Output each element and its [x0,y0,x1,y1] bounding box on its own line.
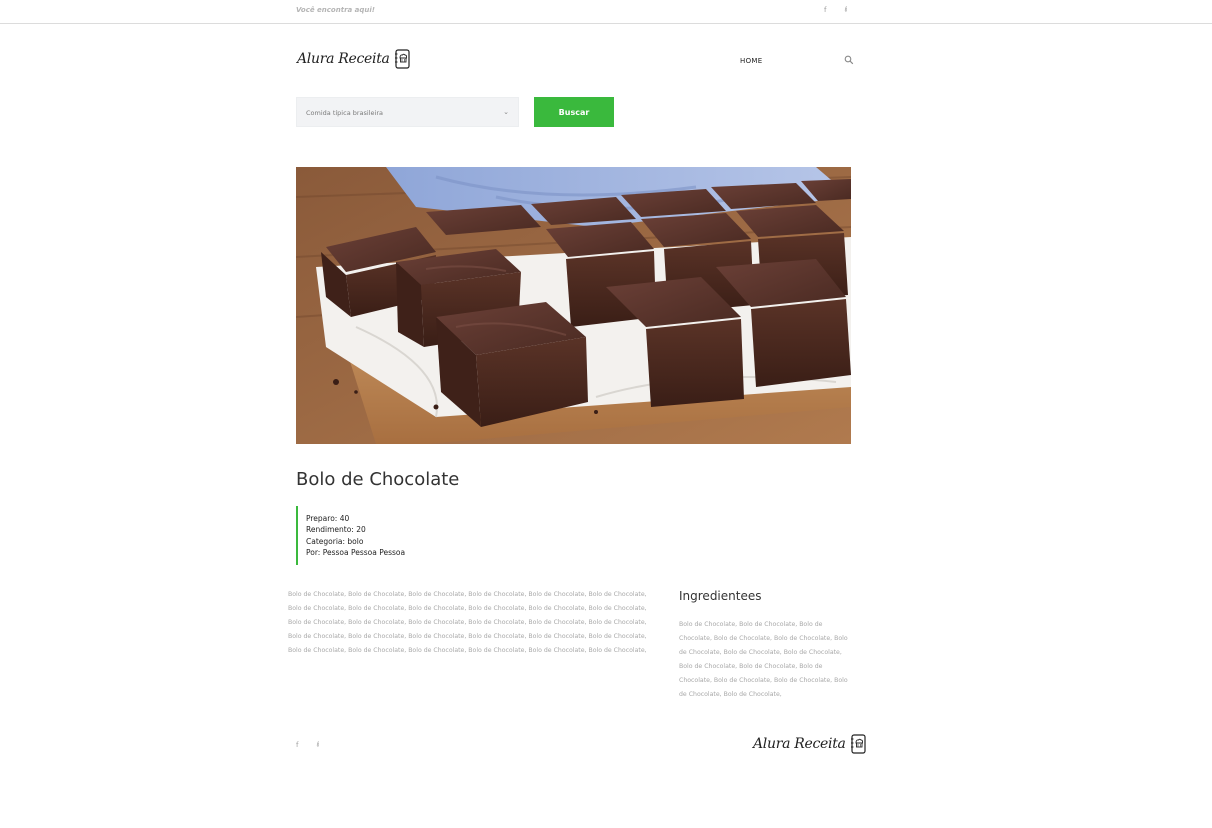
recipe-title: Bolo de Chocolate [296,469,460,490]
ingredients-list: Bolo de Chocolate, Bolo de Chocolate, Bo… [679,618,861,702]
description-line: Bolo de Chocolate, Bolo de Chocolate, Bo… [288,633,647,640]
chocolate-brownie-image [296,167,851,444]
ingredients-line: Chocolate, Bolo de Chocolate, Bolo de Ch… [679,635,848,642]
search-button[interactable]: Buscar [534,97,614,127]
ingredients-line: de Chocolate, Bolo de Chocolate, [679,691,782,698]
search-icon[interactable] [844,55,854,65]
twitter-icon[interactable]: ᵮ [845,6,847,14]
meta-rendimento: Rendimento: 20 [306,525,366,535]
site-logo[interactable]: Alura Receita [297,49,410,69]
description-line: Bolo de Chocolate, Bolo de Chocolate, Bo… [288,605,647,612]
recipe-description: Bolo de Chocolate, Bolo de Chocolate, Bo… [288,588,668,658]
ingredients-line: Bolo de Chocolate, Bolo de Chocolate, Bo… [679,663,823,670]
tagline: Você encontra aqui! [296,6,375,14]
top-bar: Você encontra aqui! f ᵮ [0,0,1212,24]
cookbook-chef-icon [394,49,410,69]
logo-text: Alura Receita [297,51,390,67]
meta-preparo: Preparo: 40 [306,514,350,523]
ingredients-line: Bolo de Chocolate, Bolo de Chocolate, Bo… [679,621,823,628]
description-line: Bolo de Chocolate, Bolo de Chocolate, Bo… [288,647,647,654]
description-line: Bolo de Chocolate, Bolo de Chocolate, Bo… [288,619,647,626]
ingredients-line: Chocolate, Bolo de Chocolate, Bolo de Ch… [679,677,848,684]
category-select-value: Comida típica brasileira [306,109,383,117]
footer-logo-text: Alura Receita [753,736,846,752]
chevron-down-icon: ⌄ [503,108,509,116]
footer-logo[interactable]: Alura Receita [753,734,866,754]
category-select[interactable]: Comida típica brasileira ⌄ [296,97,519,127]
nav-home-link[interactable]: HOME [740,57,762,65]
ingredients-title: Ingredientees [679,589,762,603]
cookbook-chef-icon [850,734,866,754]
footer-facebook-icon[interactable]: f [296,741,298,749]
description-line: Bolo de Chocolate, Bolo de Chocolate, Bo… [288,591,647,598]
recipe-meta: Preparo: 40 Rendimento: 20 Categoria: bo… [296,506,405,565]
footer-twitter-icon[interactable]: ᵮ [317,741,319,749]
meta-autor: Por: Pessoa Pessoa Pessoa [306,547,406,557]
meta-categoria: Categoria: bolo [306,536,364,546]
ingredients-line: de Chocolate, Bolo de Chocolate, Bolo de… [679,649,842,656]
facebook-icon[interactable]: f [824,6,826,14]
recipe-image [296,167,851,444]
